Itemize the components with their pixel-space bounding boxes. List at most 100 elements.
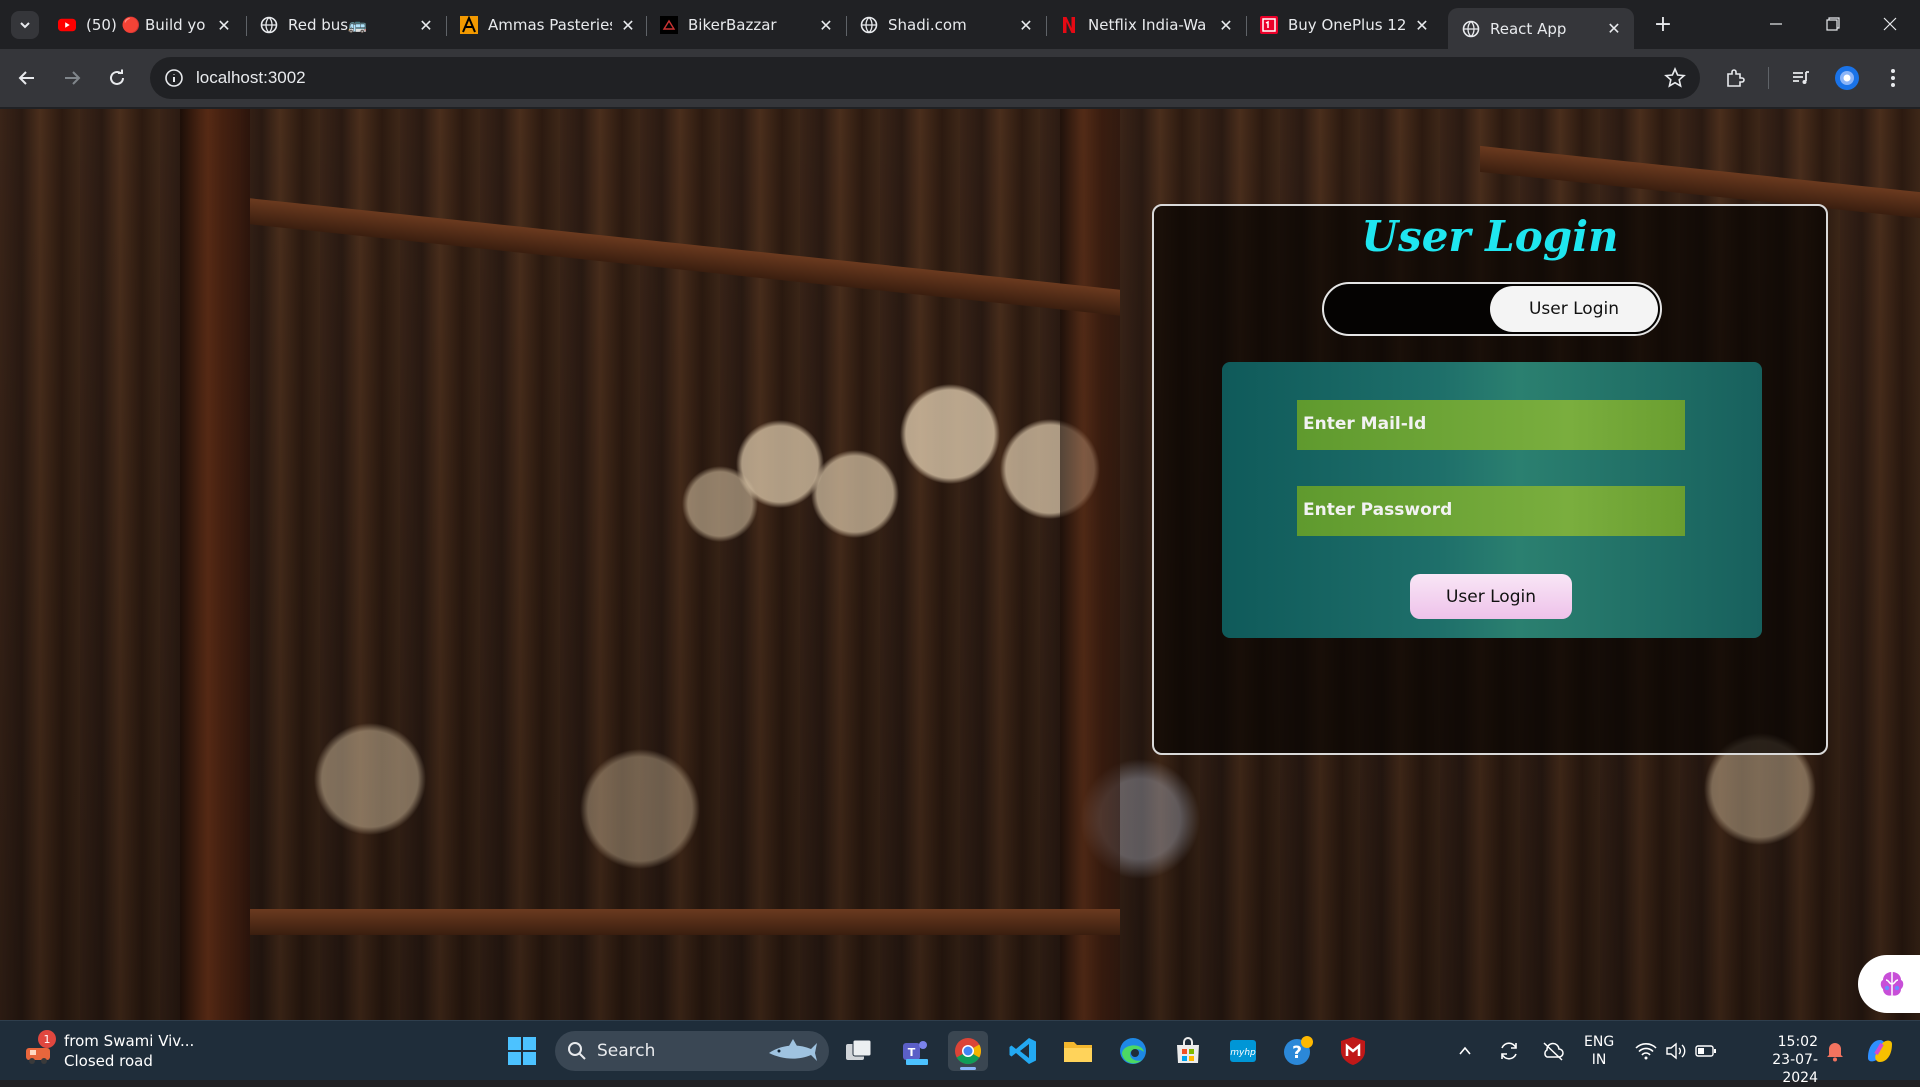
search-icon xyxy=(568,1042,586,1060)
login-mode-toggle[interactable]: User Login xyxy=(1322,282,1662,336)
url-text[interactable]: localhost:3002 xyxy=(196,68,306,88)
bookmark-star-icon[interactable] xyxy=(1664,66,1686,89)
taskbar-chrome[interactable] xyxy=(948,1031,988,1071)
close-icon[interactable]: ✕ xyxy=(1216,15,1236,35)
close-icon xyxy=(1883,17,1897,31)
new-tab-button[interactable]: + xyxy=(1651,12,1675,37)
email-field[interactable]: Enter Mail-Id xyxy=(1297,400,1685,450)
globe-icon xyxy=(1462,20,1480,38)
oneplus-icon xyxy=(1260,16,1278,34)
user-login-button[interactable]: User Login xyxy=(1410,574,1572,619)
taskbar-task-view[interactable] xyxy=(839,1031,879,1071)
clock[interactable]: 15:02 23-07-2024 xyxy=(1738,1033,1818,1087)
shelf-pillar xyxy=(1060,109,1120,1020)
clock-time: 15:02 xyxy=(1777,1034,1818,1050)
notification-badge: 1 xyxy=(38,1030,56,1048)
weather-widget[interactable]: 1 from Swami Viv... Closed road xyxy=(22,1029,194,1073)
close-icon[interactable]: ✕ xyxy=(1412,15,1432,35)
close-icon[interactable]: ✕ xyxy=(1604,19,1624,39)
tray-wifi[interactable] xyxy=(1632,1031,1660,1071)
tab-title: Shadi.com xyxy=(888,16,967,34)
tray-battery[interactable] xyxy=(1692,1031,1720,1071)
arrow-right-icon xyxy=(65,71,81,85)
extensions-button[interactable] xyxy=(1722,65,1748,91)
taskbar-edge[interactable] xyxy=(1113,1031,1153,1071)
folder-icon xyxy=(1064,1042,1092,1062)
bookshelf-board xyxy=(250,909,1120,935)
tray-sync[interactable] xyxy=(1494,1031,1524,1071)
tab-bikerbazzar[interactable]: BikerBazzar ✕ xyxy=(660,8,836,42)
taskbar-teams[interactable]: T xyxy=(895,1031,935,1071)
tab-title: Netflix India-Wa xyxy=(1088,16,1207,34)
taskbar-myhp[interactable]: myhp xyxy=(1223,1031,1263,1071)
taskbar-file-explorer[interactable] xyxy=(1058,1031,1098,1071)
copilot-button[interactable] xyxy=(1858,955,1920,1013)
start-button[interactable] xyxy=(502,1031,542,1071)
language-indicator[interactable]: ENG IN xyxy=(1584,1033,1614,1069)
toggle-user-login[interactable]: User Login xyxy=(1490,286,1658,332)
close-icon[interactable]: ✕ xyxy=(416,15,436,35)
taskbar-get-help[interactable]: ? xyxy=(1278,1031,1318,1071)
tab-react-app[interactable]: React App ✕ xyxy=(1448,8,1634,49)
tab-ammas[interactable]: Ammas Pasteries ✕ xyxy=(460,8,638,42)
taskbar-ms-store[interactable] xyxy=(1168,1031,1208,1071)
profile-button[interactable] xyxy=(1834,65,1860,91)
taskbar-search[interactable]: Search xyxy=(555,1031,829,1071)
close-icon[interactable]: ✕ xyxy=(214,15,234,35)
chrome-icon xyxy=(955,1038,982,1065)
address-bar[interactable]: localhost:3002 xyxy=(150,57,1700,99)
tab-youtube[interactable]: (50) 🔴 Build yo ✕ xyxy=(58,8,234,42)
restore-button[interactable] xyxy=(1821,12,1845,36)
close-icon[interactable]: ✕ xyxy=(816,15,836,35)
teams-icon: T xyxy=(903,1041,928,1065)
close-window-button[interactable] xyxy=(1878,12,1902,36)
tab-netflix[interactable]: Netflix India-Wa ✕ xyxy=(1060,8,1236,42)
sync-icon xyxy=(1501,1042,1517,1060)
tray-network-usage[interactable] xyxy=(1538,1031,1568,1071)
minimize-button[interactable] xyxy=(1764,12,1788,36)
widget-subtext: Closed road xyxy=(64,1052,153,1070)
tray-volume[interactable] xyxy=(1662,1031,1690,1071)
battery-icon xyxy=(1695,1045,1716,1057)
login-title: User Login xyxy=(1361,212,1619,261)
password-placeholder: Enter Password xyxy=(1303,500,1453,520)
puzzle-icon xyxy=(1727,69,1745,87)
email-placeholder: Enter Mail-Id xyxy=(1303,414,1427,434)
tab-title: React App xyxy=(1490,19,1567,38)
close-icon[interactable]: ✕ xyxy=(1016,15,1036,35)
wifi-icon xyxy=(1635,1043,1657,1060)
notifications-button[interactable] xyxy=(1818,1031,1852,1071)
tab-shadi[interactable]: Shadi.com ✕ xyxy=(860,8,1036,42)
tab-oneplus[interactable]: Buy OnePlus 12R ✕ xyxy=(1260,8,1432,42)
tab-separator xyxy=(846,16,847,36)
tab-title: BikerBazzar xyxy=(688,16,777,34)
reload-button[interactable] xyxy=(104,65,130,91)
more-vert-icon xyxy=(1891,69,1895,87)
taskbar-copilot[interactable] xyxy=(1860,1031,1900,1071)
playlist-icon xyxy=(1793,71,1809,84)
mcafee-shield-icon xyxy=(1341,1037,1365,1065)
show-hidden-icons[interactable] xyxy=(1452,1031,1478,1071)
myhp-icon: myhp xyxy=(1230,1040,1256,1062)
chrome-menu-button[interactable] xyxy=(1880,65,1906,91)
tab-redbus[interactable]: Red bus🚌 ✕ xyxy=(260,8,436,42)
svg-text:myhp: myhp xyxy=(1230,1048,1256,1058)
info-icon[interactable] xyxy=(164,68,184,88)
forward-button[interactable] xyxy=(59,65,85,91)
toolbar-divider xyxy=(1768,67,1769,89)
chevron-down-icon xyxy=(20,22,30,29)
close-icon[interactable]: ✕ xyxy=(618,15,638,35)
tab-title: Buy OnePlus 12R xyxy=(1288,16,1406,34)
media-control-button[interactable] xyxy=(1788,65,1814,91)
tab-separator xyxy=(246,16,247,36)
back-button[interactable] xyxy=(14,65,40,91)
password-field[interactable]: Enter Password xyxy=(1297,486,1685,536)
arrow-left-icon xyxy=(18,71,34,85)
taskbar-vscode[interactable] xyxy=(1003,1031,1043,1071)
speaker-icon xyxy=(1666,1042,1686,1060)
vscode-icon xyxy=(1009,1038,1036,1064)
search-label: Search xyxy=(597,1041,656,1061)
tab-search-button[interactable] xyxy=(11,11,39,39)
tab-separator xyxy=(646,16,647,36)
taskbar-mcafee[interactable] xyxy=(1333,1031,1373,1071)
